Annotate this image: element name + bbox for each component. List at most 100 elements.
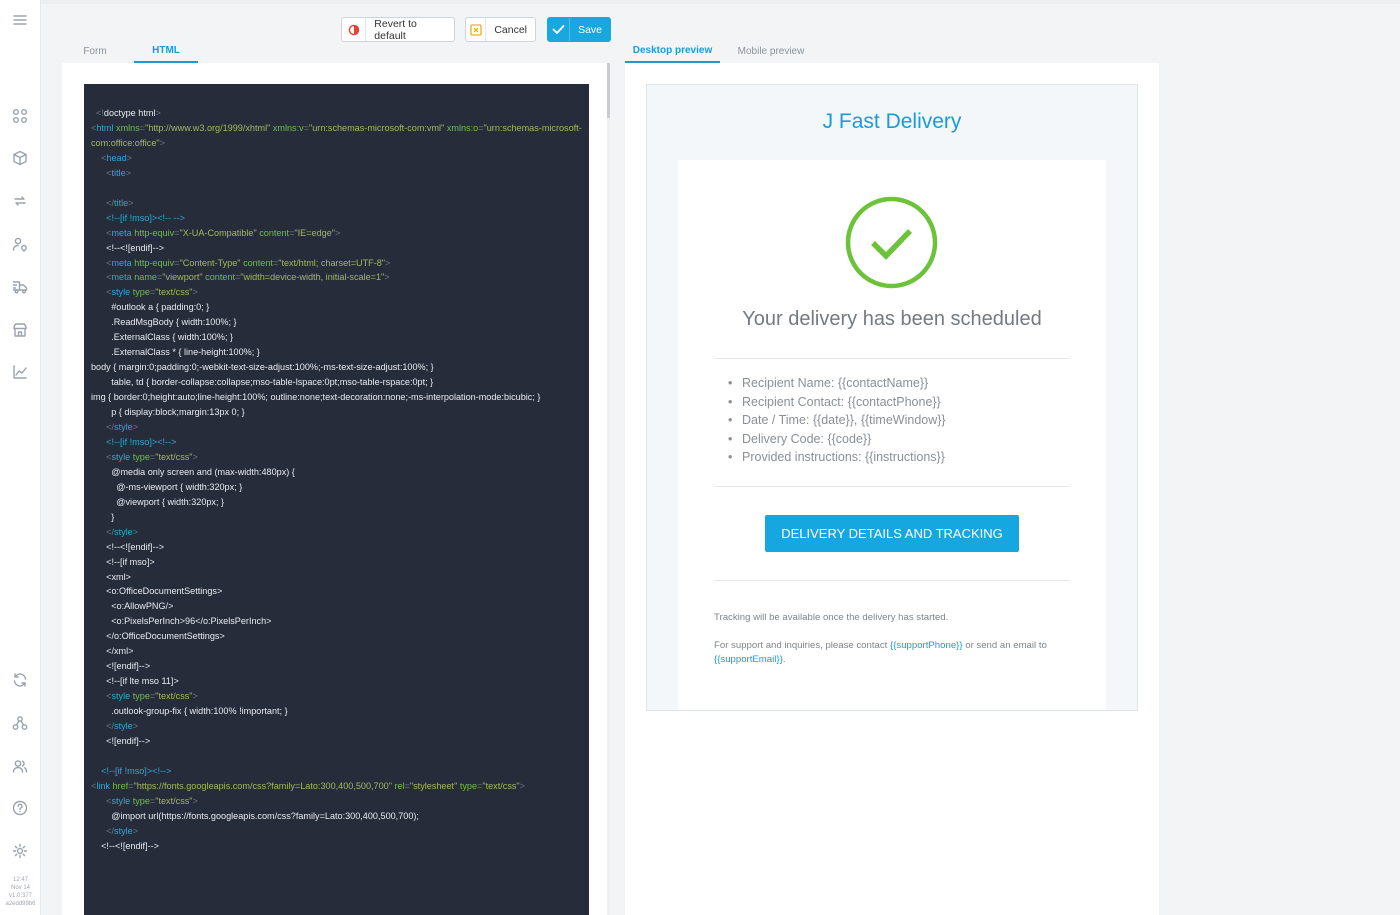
- code-line: .outlook-group-fix { width:100% !importa…: [91, 706, 288, 717]
- tracking-note: Tracking will be available once the deli…: [714, 612, 949, 623]
- save-button[interactable]: Save: [547, 17, 611, 42]
- code-line: <!--<![endif]-->: [91, 242, 165, 253]
- cancel-label: Cancel: [494, 23, 527, 36]
- code-line: table, td { border-collapse:collapse;mso…: [91, 377, 434, 388]
- code-line: <![endif]-->: [91, 736, 151, 747]
- code-line: img { border:0;height:auto;line-height:1…: [91, 392, 541, 403]
- code-line: .ExternalClass * { line-height:100%; }: [91, 347, 260, 358]
- brand-title: J Fast Delivery: [822, 110, 962, 133]
- user-location-icon[interactable]: [11, 235, 29, 253]
- menu-icon[interactable]: [11, 11, 29, 29]
- code-line: <style type="text/css">: [106, 287, 198, 298]
- footer-build: a2edd99b6: [5, 901, 36, 907]
- support-prefix: For support and inquiries, please contac…: [714, 640, 890, 651]
- code-line: body { margin:0;padding:0;-webkit-text-s…: [91, 362, 434, 373]
- code-line: <title>: [106, 167, 131, 178]
- code-line: </title>: [106, 197, 134, 208]
- save-label: Save: [578, 23, 602, 36]
- code-line: </style>: [106, 422, 139, 432]
- cancel-button[interactable]: Cancel: [465, 17, 536, 42]
- tab-html[interactable]: HTML: [134, 40, 198, 63]
- code-line: <xml>: [91, 571, 131, 582]
- html-code-editor[interactable]: <!doctype html> <html xmlns="http://www.…: [84, 84, 589, 915]
- code-line: <!--[if mso]>: [91, 556, 155, 567]
- divider: [714, 486, 1070, 487]
- store-icon[interactable]: [11, 321, 29, 339]
- code-line: <style type="text/css">: [106, 795, 198, 806]
- tab-desktop-preview[interactable]: Desktop preview: [625, 40, 720, 63]
- code-line: <!--[if lte mso 11]>: [91, 676, 179, 687]
- version-info: 12:47 Nov 14 v1.0.377 a2edd99b6: [0, 876, 41, 908]
- code-line: <![endif]-->: [91, 661, 151, 672]
- code-line: <meta http-equiv="Content-Type" content=…: [106, 257, 391, 268]
- cancel-icon: [466, 18, 487, 41]
- code-line: </xml>: [91, 646, 134, 657]
- code-line: </style>: [106, 825, 139, 836]
- code-line: </style>: [106, 526, 139, 537]
- revert-label: Revert to default: [374, 17, 417, 42]
- users-icon[interactable]: [11, 757, 29, 775]
- code-line: <!--[if !mso]><!-->: [91, 436, 177, 447]
- support-email-link[interactable]: {{supportEmail}}: [714, 654, 783, 665]
- delivery-details-list: Recipient Name: {{contactName}} Recipien…: [728, 374, 946, 467]
- code-line: @viewport { width:320px; }: [91, 496, 225, 507]
- revert-to-default-button[interactable]: Revert to default: [341, 17, 455, 42]
- code-line: <style type="text/css">: [106, 691, 198, 702]
- support-phone-link[interactable]: {{supportPhone}}: [890, 640, 963, 651]
- code-line: }: [91, 511, 115, 522]
- code-line: <o:AllowPNG/>: [91, 601, 174, 612]
- delivery-tracking-button[interactable]: DELIVERY DETAILS AND TRACKING: [765, 515, 1019, 552]
- code-line: <style type="text/css">: [106, 451, 198, 462]
- sync-icon[interactable]: [11, 671, 29, 689]
- support-note: For support and inquiries, please contac…: [714, 639, 1070, 667]
- detail-item: Recipient Contact: {{contactPhone}}: [728, 393, 946, 412]
- code-line: <meta http-equiv="X-UA-Compatible" conte…: [106, 227, 341, 238]
- gear-icon[interactable]: [11, 842, 29, 860]
- package-icon[interactable]: [11, 149, 29, 167]
- divider: [714, 358, 1070, 359]
- scrollbar-thumb[interactable]: [607, 63, 610, 118]
- code-line: <o:PixelsPerInch>96</o:PixelsPerInch>: [91, 616, 272, 627]
- code-line: #outlook a { padding:0; }: [91, 302, 210, 313]
- code-line: @media only screen and (max-width:480px)…: [91, 466, 295, 477]
- detail-item: Date / Time: {{date}}, {{timeWindow}}: [728, 411, 946, 430]
- code-line: <o:OfficeDocumentSettings>: [91, 586, 223, 597]
- code-line: </style>: [106, 721, 139, 732]
- apps-icon[interactable]: [11, 107, 29, 125]
- editor-scrollbar[interactable]: [607, 63, 610, 915]
- code-line: @import url(https://fonts.googleapis.com…: [91, 810, 419, 821]
- code-line: p { display:block;margin:13px 0; }: [91, 407, 245, 418]
- code-line: <html xmlns="http://www.w3.org/1999/xhtm…: [91, 122, 582, 148]
- code-line: <!doctype html>: [91, 108, 161, 118]
- success-check-icon: [845, 196, 938, 289]
- code-line: <link href="https://fonts.googleapis.com…: [91, 780, 525, 791]
- detail-item: Delivery Code: {{code}}: [728, 430, 946, 449]
- chart-icon[interactable]: [11, 363, 29, 381]
- revert-icon: [342, 18, 367, 41]
- code-line: </o:OfficeDocumentSettings>: [91, 631, 225, 642]
- code-line: @-ms-viewport { width:320px; }: [91, 481, 243, 492]
- checkmark-icon: [548, 18, 571, 41]
- footer-version: v1.0.377: [8, 893, 33, 899]
- help-icon[interactable]: [11, 799, 29, 817]
- code-line: .ExternalClass { width:100%; }: [91, 332, 234, 343]
- support-middle: or send an email to: [962, 640, 1047, 651]
- code-line: <head>: [101, 152, 132, 163]
- tab-mobile-preview[interactable]: Mobile preview: [725, 40, 817, 63]
- detail-item: Provided instructions: {{instructions}}: [728, 448, 946, 467]
- repeat-icon[interactable]: [11, 192, 29, 210]
- code-line: .ReadMsgBody { width:100%; }: [91, 317, 237, 328]
- divider: [714, 580, 1070, 581]
- email-headline: Your delivery has been scheduled: [742, 308, 1042, 330]
- tab-form[interactable]: Form: [66, 40, 124, 63]
- footer-date: Nov 14: [10, 885, 30, 891]
- support-suffix: .: [782, 654, 786, 665]
- detail-item: Recipient Name: {{contactName}}: [728, 374, 946, 393]
- delivery-icon[interactable]: [11, 278, 29, 296]
- network-icon[interactable]: [11, 714, 29, 732]
- code-line: <!--[if !mso]><!-->: [91, 765, 172, 776]
- top-divider: [41, 0, 1400, 4]
- sidebar: 12:47 Nov 14 v1.0.377 a2edd99b6: [0, 0, 41, 915]
- code-line: <meta name="viewport" content="width=dev…: [106, 272, 390, 283]
